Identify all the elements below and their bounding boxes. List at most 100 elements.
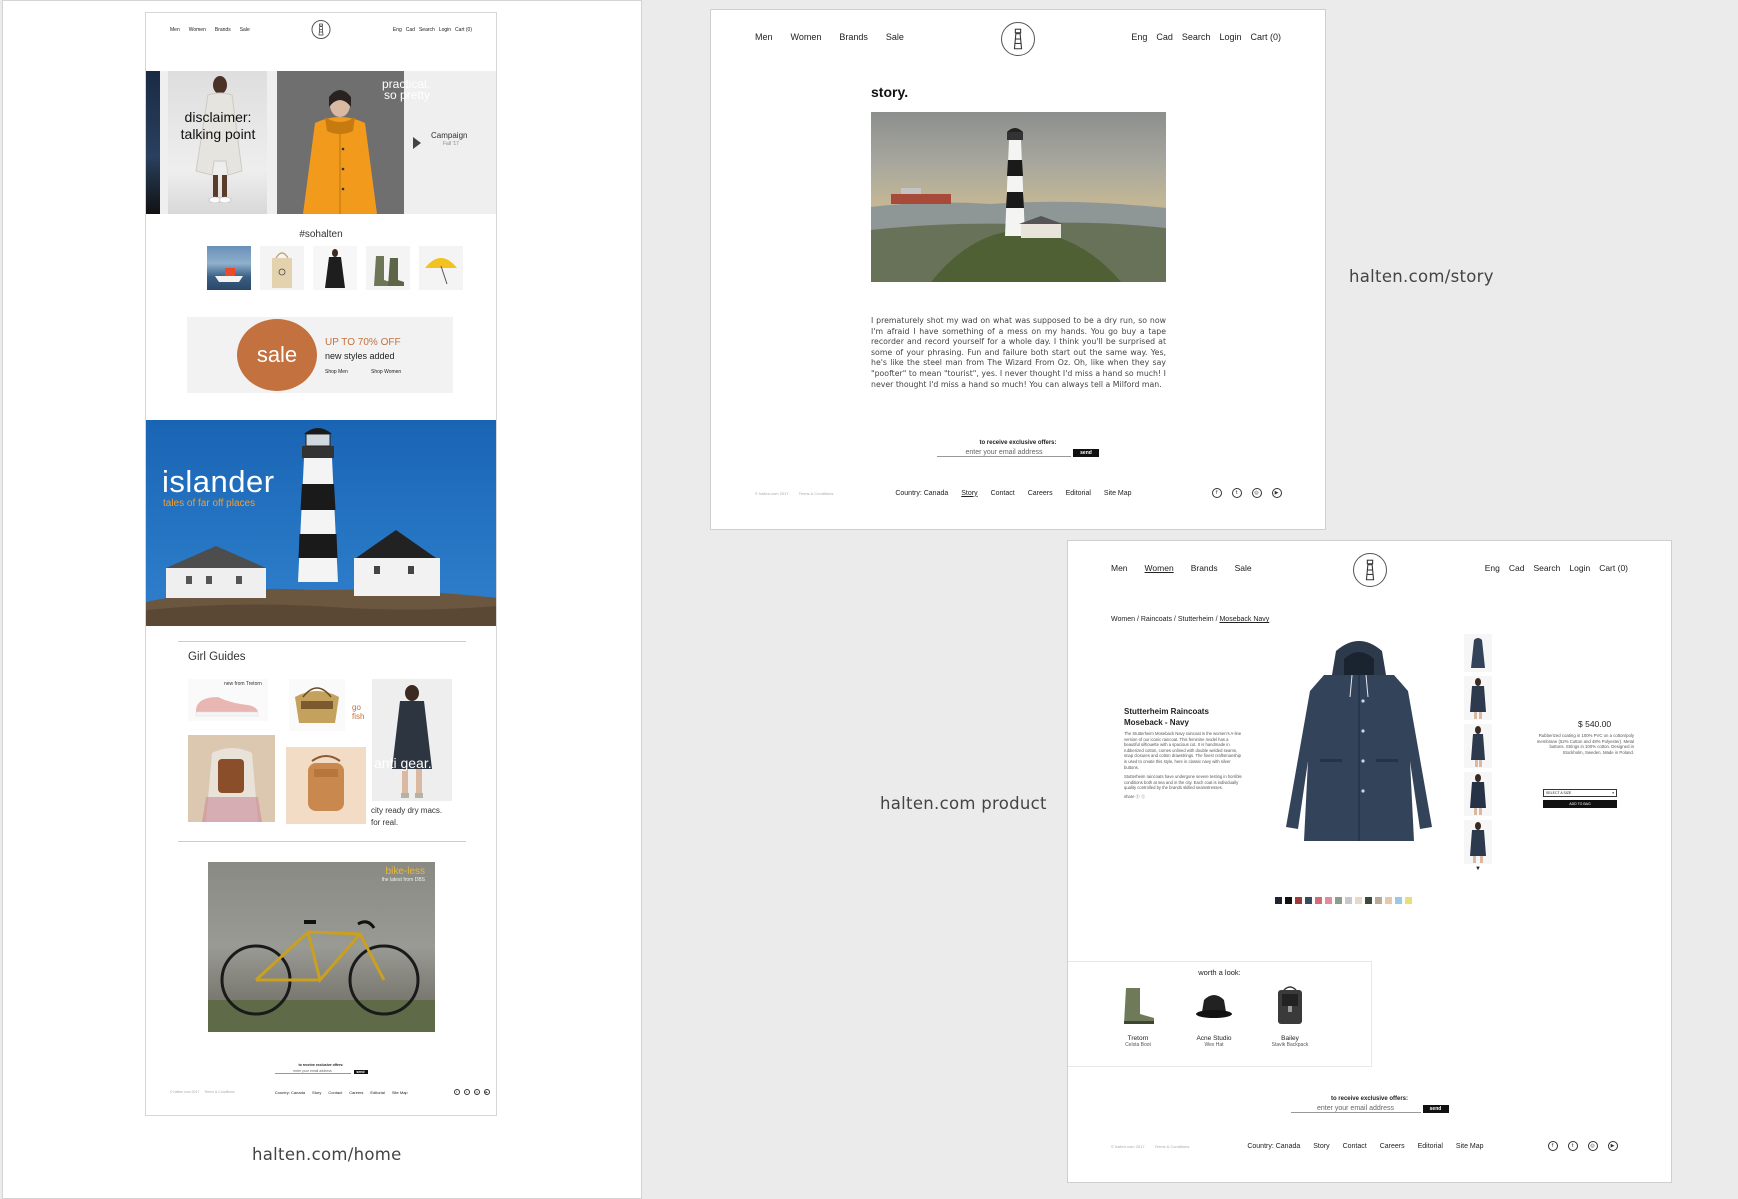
nav-men[interactable]: Men — [1111, 563, 1128, 573]
footer-terms-link[interactable]: Terms & Conditions — [1155, 1144, 1190, 1149]
color-swatch-10[interactable] — [1365, 897, 1372, 904]
nav-login[interactable]: Login — [439, 27, 451, 33]
shop-men-link[interactable]: Shop Men — [325, 369, 348, 375]
footer-careers-link[interactable]: Careers — [1380, 1143, 1405, 1150]
hero-disclaimer-headline[interactable]: disclaimer: talking point — [173, 109, 263, 143]
color-swatch-9[interactable] — [1355, 897, 1362, 904]
twitter-icon[interactable]: t — [1567, 1141, 1578, 1151]
nav-women[interactable]: Women — [1145, 563, 1174, 573]
color-swatch-8[interactable] — [1345, 897, 1352, 904]
guide-go-fish-caption[interactable]: go fish — [352, 703, 364, 721]
guide-tan-backpack-image[interactable] — [286, 747, 366, 824]
recommended-item-backpack[interactable]: Bailey Stavik Backpack — [1260, 984, 1320, 1048]
insta-thumb-black-coat[interactable] — [313, 246, 357, 290]
footer-contact-link[interactable]: Contact — [328, 1090, 342, 1095]
twitter-icon[interactable]: ⓣ — [1141, 794, 1145, 799]
insta-thumb-boat[interactable] — [207, 246, 251, 290]
send-button[interactable]: send — [1422, 1105, 1449, 1113]
facebook-icon[interactable]: f — [453, 1089, 460, 1095]
color-swatch-4[interactable] — [1305, 897, 1312, 904]
color-swatch-3[interactable] — [1295, 897, 1302, 904]
footer-sitemap-link[interactable]: Site Map — [1456, 1143, 1484, 1150]
color-swatch-2[interactable] — [1285, 897, 1292, 904]
footer-country[interactable]: Country: Canada — [275, 1090, 305, 1095]
send-button[interactable]: send — [1073, 449, 1099, 457]
youtube-icon[interactable]: ▶ — [1271, 488, 1282, 498]
footer-contact-link[interactable]: Contact — [991, 490, 1015, 497]
thumb-model-front[interactable] — [1464, 676, 1492, 720]
add-to-bag-button[interactable]: ADD TO BAG — [1543, 800, 1617, 808]
nav-currency[interactable]: Cad — [1156, 32, 1173, 42]
nav-search[interactable]: Search — [1182, 32, 1211, 42]
islander-banner[interactable]: islander tales of far off places — [146, 420, 496, 626]
insta-thumb-yellow-umbrella[interactable] — [419, 246, 463, 290]
sale-banner[interactable]: sale UP TO 70% OFF new styles added Shop… — [187, 317, 453, 393]
guide-fishing-bag-image[interactable] — [289, 679, 345, 731]
nav-cart[interactable]: Cart (0) — [1599, 563, 1628, 573]
footer-careers-link[interactable]: Careers — [1028, 490, 1053, 497]
email-input[interactable]: enter your email address — [1290, 1105, 1421, 1113]
guide-anti-gear-caption[interactable]: anti gear. — [374, 755, 432, 771]
guide-city-caption[interactable]: city ready dry macs. for real. — [371, 805, 442, 829]
recommended-item-hat[interactable]: Acne Studio Wex Hat — [1184, 984, 1244, 1048]
footer-sitemap-link[interactable]: Site Map — [392, 1090, 408, 1095]
color-swatch-7[interactable] — [1335, 897, 1342, 904]
breadcrumb-women[interactable]: Women — [1111, 616, 1135, 623]
breadcrumb-brand[interactable]: Stutterheim — [1178, 616, 1214, 623]
nav-search[interactable]: Search — [1533, 563, 1560, 573]
nav-men[interactable]: Men — [755, 32, 773, 42]
insta-thumb-tote-bag[interactable] — [260, 246, 304, 290]
hero-practical-headline[interactable]: practical. so pretty — [350, 78, 430, 101]
instagram-icon[interactable]: ◎ — [1587, 1141, 1598, 1151]
nav-women[interactable]: Women — [791, 32, 822, 42]
footer-terms-link[interactable]: Terms & Conditions — [799, 491, 834, 496]
color-swatch-14[interactable] — [1405, 897, 1412, 904]
play-icon[interactable] — [413, 137, 421, 149]
thumb-jacket-front[interactable] — [1464, 634, 1492, 672]
footer-contact-link[interactable]: Contact — [1343, 1143, 1367, 1150]
footer-story-link[interactable]: Story — [312, 1090, 321, 1095]
bike-banner-image[interactable]: bike-less the latest from DBS — [208, 862, 435, 1032]
nav-lang[interactable]: Eng — [1131, 32, 1147, 42]
product-main-image[interactable] — [1274, 631, 1444, 861]
nav-currency[interactable]: Cad — [406, 27, 415, 33]
shop-women-link[interactable]: Shop Women — [371, 369, 401, 375]
footer-country[interactable]: Country: Canada — [895, 490, 948, 497]
lighthouse-logo-icon[interactable] — [311, 20, 331, 39]
nav-lang[interactable]: Eng — [1485, 563, 1500, 573]
nav-sale[interactable]: Sale — [1235, 563, 1252, 573]
nav-lang[interactable]: Eng — [393, 27, 402, 33]
color-swatch-13[interactable] — [1395, 897, 1402, 904]
nav-login[interactable]: Login — [1219, 32, 1241, 42]
hero-campaign-label[interactable]: Campaign Fall '17 — [431, 131, 467, 147]
hero-carousel[interactable]: disclaimer: talking point practical. so … — [146, 71, 496, 214]
footer-editorial-link[interactable]: Editorial — [1418, 1143, 1443, 1150]
nav-sale[interactable]: Sale — [886, 32, 904, 42]
lighthouse-logo-icon[interactable] — [1352, 553, 1387, 587]
twitter-icon[interactable]: t — [1231, 488, 1242, 498]
footer-editorial-link[interactable]: Editorial — [1066, 490, 1091, 497]
insta-thumb-rain-boots[interactable] — [366, 246, 410, 290]
email-input[interactable]: enter your email address — [937, 449, 1071, 457]
nav-login[interactable]: Login — [1569, 563, 1590, 573]
nav-brands[interactable]: Brands — [1191, 563, 1218, 573]
recommended-item-boot[interactable]: Tretorn Celsta Boot — [1108, 984, 1168, 1048]
footer-careers-link[interactable]: Careers — [349, 1090, 363, 1095]
color-swatch-5[interactable] — [1315, 897, 1322, 904]
footer-sitemap-link[interactable]: Site Map — [1104, 490, 1132, 497]
facebook-icon[interactable]: f — [1211, 488, 1222, 498]
instagram-icon[interactable]: ◎ — [1251, 488, 1262, 498]
nav-women[interactable]: Women — [189, 27, 206, 33]
color-swatch-1[interactable] — [1275, 897, 1282, 904]
thumb-model-walk[interactable] — [1464, 820, 1492, 864]
guide-backpack-model-image[interactable] — [188, 735, 275, 822]
instagram-icon[interactable]: ◎ — [473, 1089, 480, 1095]
footer-story-link[interactable]: Story — [1313, 1143, 1329, 1150]
footer-story-link[interactable]: Story — [961, 490, 977, 497]
thumb-model-side[interactable] — [1464, 724, 1492, 768]
nav-brands[interactable]: Brands — [215, 27, 231, 33]
thumb-model-back[interactable] — [1464, 772, 1492, 816]
instagram-hashtag[interactable]: #sohalten — [146, 229, 496, 240]
nav-sale[interactable]: Sale — [240, 27, 250, 33]
color-swatch-12[interactable] — [1385, 897, 1392, 904]
